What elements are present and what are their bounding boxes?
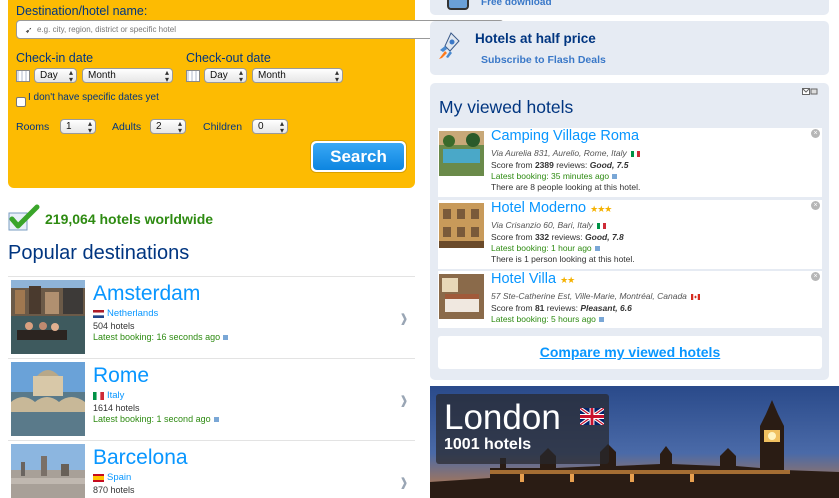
rocket-icon	[439, 32, 460, 59]
chevron-right-icon[interactable]: ›	[401, 301, 408, 335]
hotel-score: Score from 2389 reviews: Good, 7.5	[491, 160, 629, 170]
checkout-label: Check-out date	[186, 51, 271, 65]
checkout-day-select[interactable]: Day ▴ ▾	[204, 68, 247, 84]
children-label: Children	[203, 121, 243, 133]
destination-hotel-count: 870 hotels	[93, 485, 135, 495]
hotel-photo	[439, 203, 484, 248]
flash-deals-box	[430, 21, 829, 75]
free-download-link[interactable]: Free download	[481, 0, 552, 8]
remove-icon[interactable]: ×	[811, 272, 820, 281]
amsterdam-photo	[11, 280, 85, 354]
destination-hotel-count: 504 hotels	[93, 321, 135, 331]
rome-photo	[11, 362, 85, 436]
destination-latest-booking: Latest booking: 1 second ago	[93, 414, 219, 424]
destination-country[interactable]: Italy	[93, 390, 124, 401]
italy-flag-icon	[93, 392, 104, 400]
hotel-name[interactable]: Camping Village Roma	[491, 128, 639, 144]
star-rating: ★★	[560, 275, 575, 285]
hotel-score: Score from 81 reviews: Pleasant, 6.6	[491, 303, 632, 313]
info-icon	[223, 335, 229, 341]
hotel-latest-booking: Latest booking: 35 minutes ago	[491, 171, 618, 181]
no-dates-label: I don't have specific dates yet	[28, 92, 159, 103]
checkmark-icon	[8, 204, 40, 231]
destination-hotel-count: 1614 hotels	[93, 403, 140, 413]
canada-flag-icon	[690, 293, 700, 300]
london-hotel-count: 1001 hotels	[444, 436, 532, 453]
destination-country[interactable]: Netherlands	[93, 308, 158, 319]
italy-flag-icon	[630, 150, 640, 157]
no-dates-checkbox[interactable]	[16, 97, 26, 107]
checkin-month-select[interactable]: Month ▴ ▾	[82, 68, 173, 84]
remove-icon[interactable]: ×	[811, 129, 820, 138]
barcelona-photo	[11, 444, 85, 498]
destination-latest-booking: Latest booking: 16 seconds ago	[93, 332, 229, 342]
checkin-label: Check-in date	[16, 51, 94, 65]
adults-label: Adults	[112, 121, 142, 133]
hotel-name[interactable]: Hotel Villa ★★	[491, 271, 575, 287]
london-banner[interactable]: London 1001 hotels	[430, 386, 839, 498]
popular-destinations-title: Popular destinations	[8, 242, 190, 264]
viewed-hotel-item[interactable]: Camping Village Roma Via Aurelia 831, Au…	[438, 128, 822, 198]
hotel-latest-booking: Latest booking: 5 hours ago	[491, 314, 604, 324]
london-city-name[interactable]: London	[444, 398, 561, 438]
destination-rome[interactable]: Rome Italy 1614 hotels Latest booking: 1…	[8, 358, 415, 438]
destination-country[interactable]: Spain	[93, 472, 131, 483]
chevron-right-icon[interactable]: ›	[401, 465, 408, 498]
search-button[interactable]: Search	[310, 140, 407, 173]
hotel-address: Via Aurelia 831, Aurelio, Rome, Italy	[491, 148, 640, 158]
info-icon	[594, 246, 600, 252]
mobile-app-icon	[447, 0, 469, 10]
viewed-hotel-item[interactable]: Hotel Villa ★★ 57 Ste-Catherine Est, Vil…	[438, 271, 822, 329]
spain-flag-icon	[93, 474, 104, 482]
hotel-viewers: There are 8 people looking at this hotel…	[491, 182, 641, 192]
hotels-worldwide-count: 219,064 hotels worldwide	[45, 211, 214, 227]
location-arrow-icon: ➹	[25, 25, 33, 35]
adults-select[interactable]: 2 ▴ ▾	[150, 119, 186, 135]
uk-flag-icon	[580, 408, 604, 425]
checkout-month-select[interactable]: Month ▴ ▾	[252, 68, 343, 84]
search-box: Destination/hotel name: ➹ e.g. city, reg…	[8, 0, 504, 188]
remove-icon[interactable]: ×	[811, 201, 820, 210]
info-icon	[213, 417, 219, 423]
mail-print-icon[interactable]	[802, 88, 818, 96]
children-select[interactable]: 0 ▴ ▾	[252, 119, 288, 135]
hotel-name[interactable]: Hotel Moderno ★★★	[491, 200, 612, 216]
rooms-label: Rooms	[16, 121, 50, 133]
checkin-calendar-icon[interactable]	[16, 70, 30, 82]
destination-name[interactable]: Rome	[93, 364, 149, 388]
subscribe-flash-deals-link[interactable]: Subscribe to Flash Deals	[481, 54, 606, 66]
destination-name[interactable]: Amsterdam	[93, 282, 200, 306]
destination-amsterdam[interactable]: Amsterdam Netherlands 504 hotels Latest …	[8, 276, 415, 356]
half-price-title[interactable]: Hotels at half price	[475, 31, 596, 46]
destination-barcelona[interactable]: Barcelona Spain 870 hotels ›	[8, 440, 415, 498]
hotel-viewers: There is 1 person looking at this hotel.	[491, 254, 635, 264]
hotel-photo	[439, 131, 484, 176]
hotel-address: Via Crisanzio 60, Bari, Italy	[491, 220, 606, 230]
destination-name[interactable]: Barcelona	[93, 446, 188, 470]
destination-placeholder: e.g. city, region, district or specific …	[37, 25, 177, 34]
destination-label: Destination/hotel name:	[16, 4, 148, 18]
info-icon	[598, 317, 604, 323]
compare-viewed-hotels-link[interactable]: Compare my viewed hotels	[438, 336, 822, 369]
rooms-select[interactable]: 1 ▴ ▾	[60, 119, 96, 135]
star-rating: ★★★	[590, 204, 612, 214]
hotel-address: 57 Ste-Catherine Est, Ville-Marie, Montr…	[491, 291, 700, 301]
italy-flag-icon	[596, 222, 606, 229]
hotel-photo	[439, 274, 484, 319]
netherlands-flag-icon	[93, 310, 104, 318]
checkout-calendar-icon[interactable]	[186, 70, 200, 82]
viewed-hotel-item[interactable]: Hotel Moderno ★★★ Via Crisanzio 60, Bari…	[438, 200, 822, 270]
checkin-day-select[interactable]: Day ▴ ▾	[34, 68, 77, 84]
hotel-score: Score from 332 reviews: Good, 7.8	[491, 232, 624, 242]
info-icon	[612, 174, 618, 180]
chevron-right-icon[interactable]: ›	[401, 383, 408, 417]
hotel-latest-booking: Latest booking: 1 hour ago	[491, 243, 600, 253]
viewed-hotels-title: My viewed hotels	[439, 97, 574, 117]
